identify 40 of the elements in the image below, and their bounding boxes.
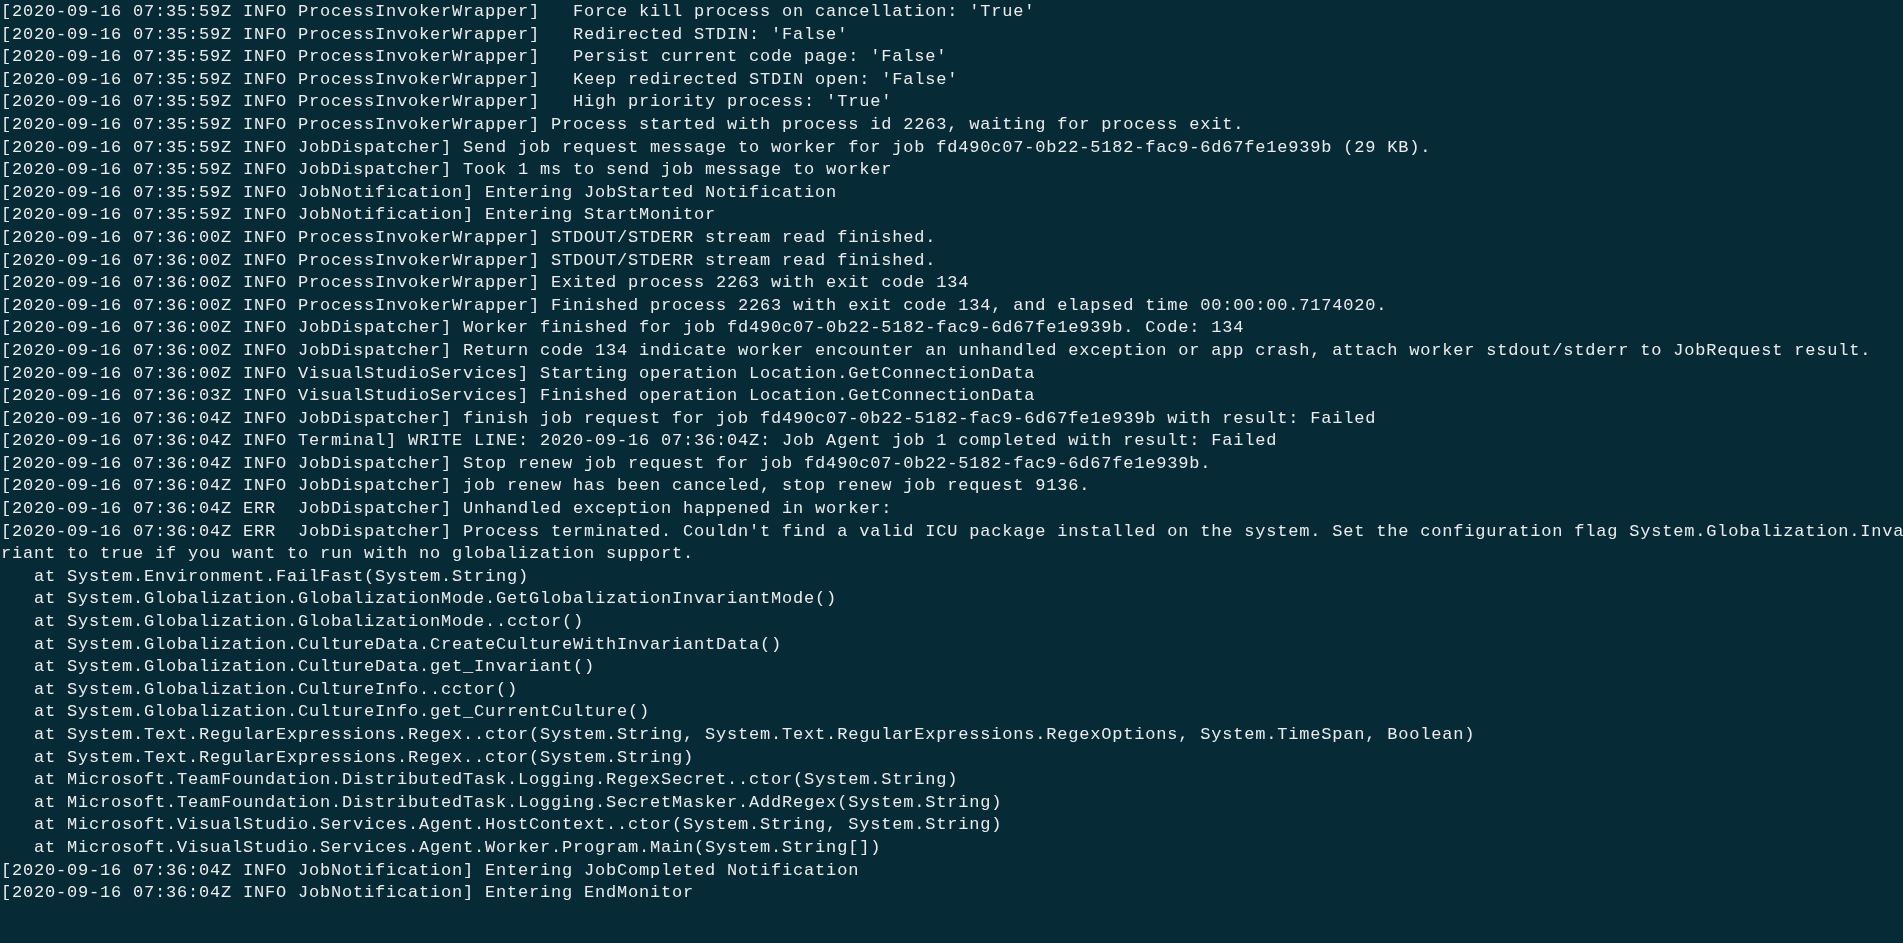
log-line: [2020-09-16 07:36:04Z INFO Terminal] WRITE LINE: 2020-09-16 07:36:04Z: Job Agent job 1 completed with result: Failed [1,430,1278,453]
log-line: [2020-09-16 07:36:00Z INFO ProcessInvokerWrapper] Finished process 2263 with exit code 134, and elapsed time 00:00:00.7174020. [1,294,1388,317]
log-line: at System.Globalization.CultureData.get_Invariant() [33,656,596,679]
log-line: [2020-09-16 07:36:04Z INFO JobNotification] Entering EndMonitor [1,882,695,905]
log-line: [2020-09-16 07:35:59Z INFO ProcessInvokerWrapper] Keep redirected STDIN open: 'False' [1,68,959,91]
log-line: [2020-09-16 07:36:04Z INFO JobDispatcher] Stop renew job request for job fd490c07-0b22-5182-fac9-6d67fe1e939b. [1,452,1212,475]
log-line: at System.Globalization.CultureInfo.get_CurrentCulture() [33,701,651,724]
log-line: [2020-09-16 07:35:59Z INFO ProcessInvokerWrapper] Redirected STDIN: 'False' [1,23,849,46]
log-line: at System.Text.RegularExpressions.Regex..ctor(System.String, System.Text.RegularExpressions.RegexOptions, System.TimeSpan, Boolean) [33,724,1476,746]
log-line: at Microsoft.VisualStudio.Services.Agent.HostContext..ctor(System.String, System.String) [33,814,1003,837]
log-line: [2020-09-16 07:36:04Z INFO JobDispatcher] finish job request for job fd490c07-0b22-5182-fac9-6d67fe1e939b with result: Failed [1,407,1377,430]
log-line: at Microsoft.VisualStudio.Services.Agent.Worker.Program.Main(System.String[]) [33,836,882,859]
log-line: at System.Environment.FailFast(System.String) [33,565,530,588]
log-line: [2020-09-16 07:36:03Z INFO VisualStudioServices] Finished operation Location.GetConnectionData [1,385,1036,408]
log-line: at System.Text.RegularExpressions.Regex..ctor(System.String) [33,746,695,769]
log-line: at Microsoft.TeamFoundation.DistributedTask.Logging.RegexSecret..ctor(System.String) [33,769,959,792]
log-line: [2020-09-16 07:36:00Z INFO JobDispatcher] Worker finished for job fd490c07-0b22-5182-fac9-6d67fe1e939b. Code: 134 [1,317,1245,340]
log-line: at System.Globalization.GlobalizationMode.GetGlobalizationInvariantMode() [33,588,838,611]
log-line: [2020-09-16 07:36:04Z INFO JobDispatcher] job renew has been canceled, stop renew job request 9136. [1,475,1091,498]
log-line: [2020-09-16 07:35:59Z INFO JobNotification] Entering JobStarted Notification [1,181,838,204]
log-line: at System.Globalization.GlobalizationMode..cctor() [33,611,585,634]
log-line: [2020-09-16 07:36:00Z INFO VisualStudioServices] Starting operation Location.GetConnectionData [1,362,1036,385]
log-line: [2020-09-16 07:36:04Z ERR JobDispatcher] Process terminated. Couldn't find a valid ICU package installed on the system. Set the configuration flag System.Globalization.Inva [1,520,1903,543]
log-line: at Microsoft.TeamFoundation.DistributedTask.Logging.SecretMasker.AddRegex(System.String) [33,791,1003,814]
log-line: [2020-09-16 07:36:04Z ERR JobDispatcher] Unhandled exception happened in worker: [1,498,893,521]
log-line: [2020-09-16 07:35:59Z INFO JobNotification] Entering StartMonitor [1,204,717,227]
log-line: riant to true if you want to run with no globalization support. [1,543,695,566]
log-line: [2020-09-16 07:35:59Z INFO JobDispatcher] Send job request message to worker for job fd490c07-0b22-5182-fac9-6d67fe1e939b (29 KB). [1,136,1432,159]
log-line: [2020-09-16 07:35:59Z INFO ProcessInvokerWrapper] Process started with process id 2263, waiting for process exit. [1,113,1245,136]
log-line: [2020-09-16 07:36:00Z INFO ProcessInvokerWrapper] Exited process 2263 with exit code 134 [1,272,970,295]
log-line: [2020-09-16 07:36:00Z INFO ProcessInvokerWrapper] STDOUT/STDERR stream read finished. [1,226,937,249]
log-line: [2020-09-16 07:36:00Z INFO JobDispatcher] Return code 134 indicate worker encounter an unhandled exception or app crash, attach worker stdout/stderr to JobRequest result. [1,339,1872,362]
log-line: at System.Globalization.CultureData.CreateCultureWithInvariantData() [33,633,783,656]
log-line: at System.Globalization.CultureInfo..cctor() [33,678,519,701]
log-line: [2020-09-16 07:35:59Z INFO ProcessInvokerWrapper] Force kill process on cancellation: 'True' [1,1,1036,23]
log-line: [2020-09-16 07:35:59Z INFO JobDispatcher] Took 1 ms to send job message to worker [1,159,893,182]
log-line: [2020-09-16 07:35:59Z INFO ProcessInvokerWrapper] Persist current code page: 'False' [1,46,948,69]
log-line: [2020-09-16 07:36:00Z INFO ProcessInvokerWrapper] STDOUT/STDERR stream read finished. [1,249,937,272]
log-line: [2020-09-16 07:35:59Z INFO ProcessInvokerWrapper] High priority process: 'True' [1,91,893,114]
log-line: [2020-09-16 07:36:04Z INFO JobNotification] Entering JobCompleted Notification [1,859,860,882]
